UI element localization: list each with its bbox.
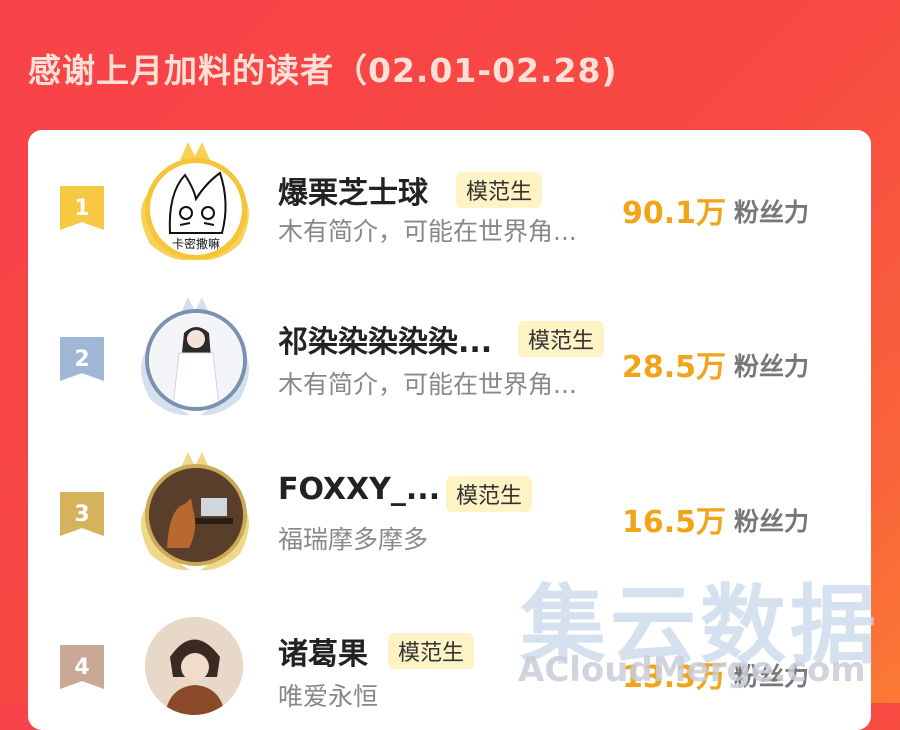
status-badge: 模范生	[388, 633, 475, 669]
fans-value: 16.5万	[622, 505, 727, 540]
avatar-caption: 卡密撒嘛	[171, 237, 220, 251]
avatar[interactable]: 卡密撒嘛	[145, 158, 247, 260]
avatar-figure-icon	[149, 313, 243, 407]
status-badge: 模范生	[456, 172, 543, 208]
status-badge: 模范生	[446, 476, 533, 512]
rank-badge: 1	[60, 186, 104, 230]
reader-bio: 福瑞摩多摩多	[278, 525, 429, 554]
fans-label: 粉丝力	[734, 198, 810, 227]
rank-badge: 4	[60, 645, 104, 689]
list-item[interactable]: 4 诸葛果 模范生 唯爱永恒 13.3万 粉丝力	[28, 595, 871, 730]
reader-name[interactable]: 诸葛果	[278, 629, 368, 673]
avatar[interactable]	[145, 464, 247, 566]
list-item[interactable]: 1 卡密撒嘛 爆栗芝士球 模范生 木有简介，可能在世界角... 90.1万 粉丝…	[28, 130, 871, 280]
status-badge: 模范生	[518, 321, 605, 357]
fans-label: 粉丝力	[734, 507, 810, 536]
reader-bio: 木有简介，可能在世界角...	[278, 370, 577, 399]
reader-name[interactable]: 祁染染染染染...	[278, 317, 492, 361]
rank-badge: 2	[60, 337, 104, 381]
fans-label: 粉丝力	[734, 662, 810, 691]
rank-badge: 3	[60, 492, 104, 536]
fans-value: 13.3万	[622, 660, 727, 695]
list-item[interactable]: 3 FOXXY_... 模范生 福瑞摩多摩多 16.5万 粉丝力	[28, 440, 871, 590]
avatar[interactable]	[145, 617, 243, 715]
reader-bio: 唯爱永恒	[278, 682, 379, 711]
avatar-portrait-icon	[145, 617, 243, 715]
avatar[interactable]	[145, 309, 247, 411]
reader-ranking-card: 1 卡密撒嘛 爆栗芝士球 模范生 木有简介，可能在世界角... 90.1万 粉丝…	[28, 130, 871, 730]
avatar-fox-at-desk-icon	[149, 468, 243, 562]
reader-bio: 木有简介，可能在世界角...	[278, 217, 577, 246]
fans-label: 粉丝力	[734, 352, 810, 381]
list-item[interactable]: 2 祁染染染染染... 模范生 木有简介，可能在世界角... 28.5万 粉丝力	[28, 285, 871, 435]
reader-name[interactable]: FOXXY_...	[278, 472, 440, 507]
page-title: 感谢上月加料的读者（02.01-02.28)	[28, 51, 618, 90]
fans-value: 90.1万	[622, 196, 727, 231]
fans-value: 28.5万	[622, 350, 727, 385]
reader-name[interactable]: 爆栗芝士球	[278, 168, 428, 212]
